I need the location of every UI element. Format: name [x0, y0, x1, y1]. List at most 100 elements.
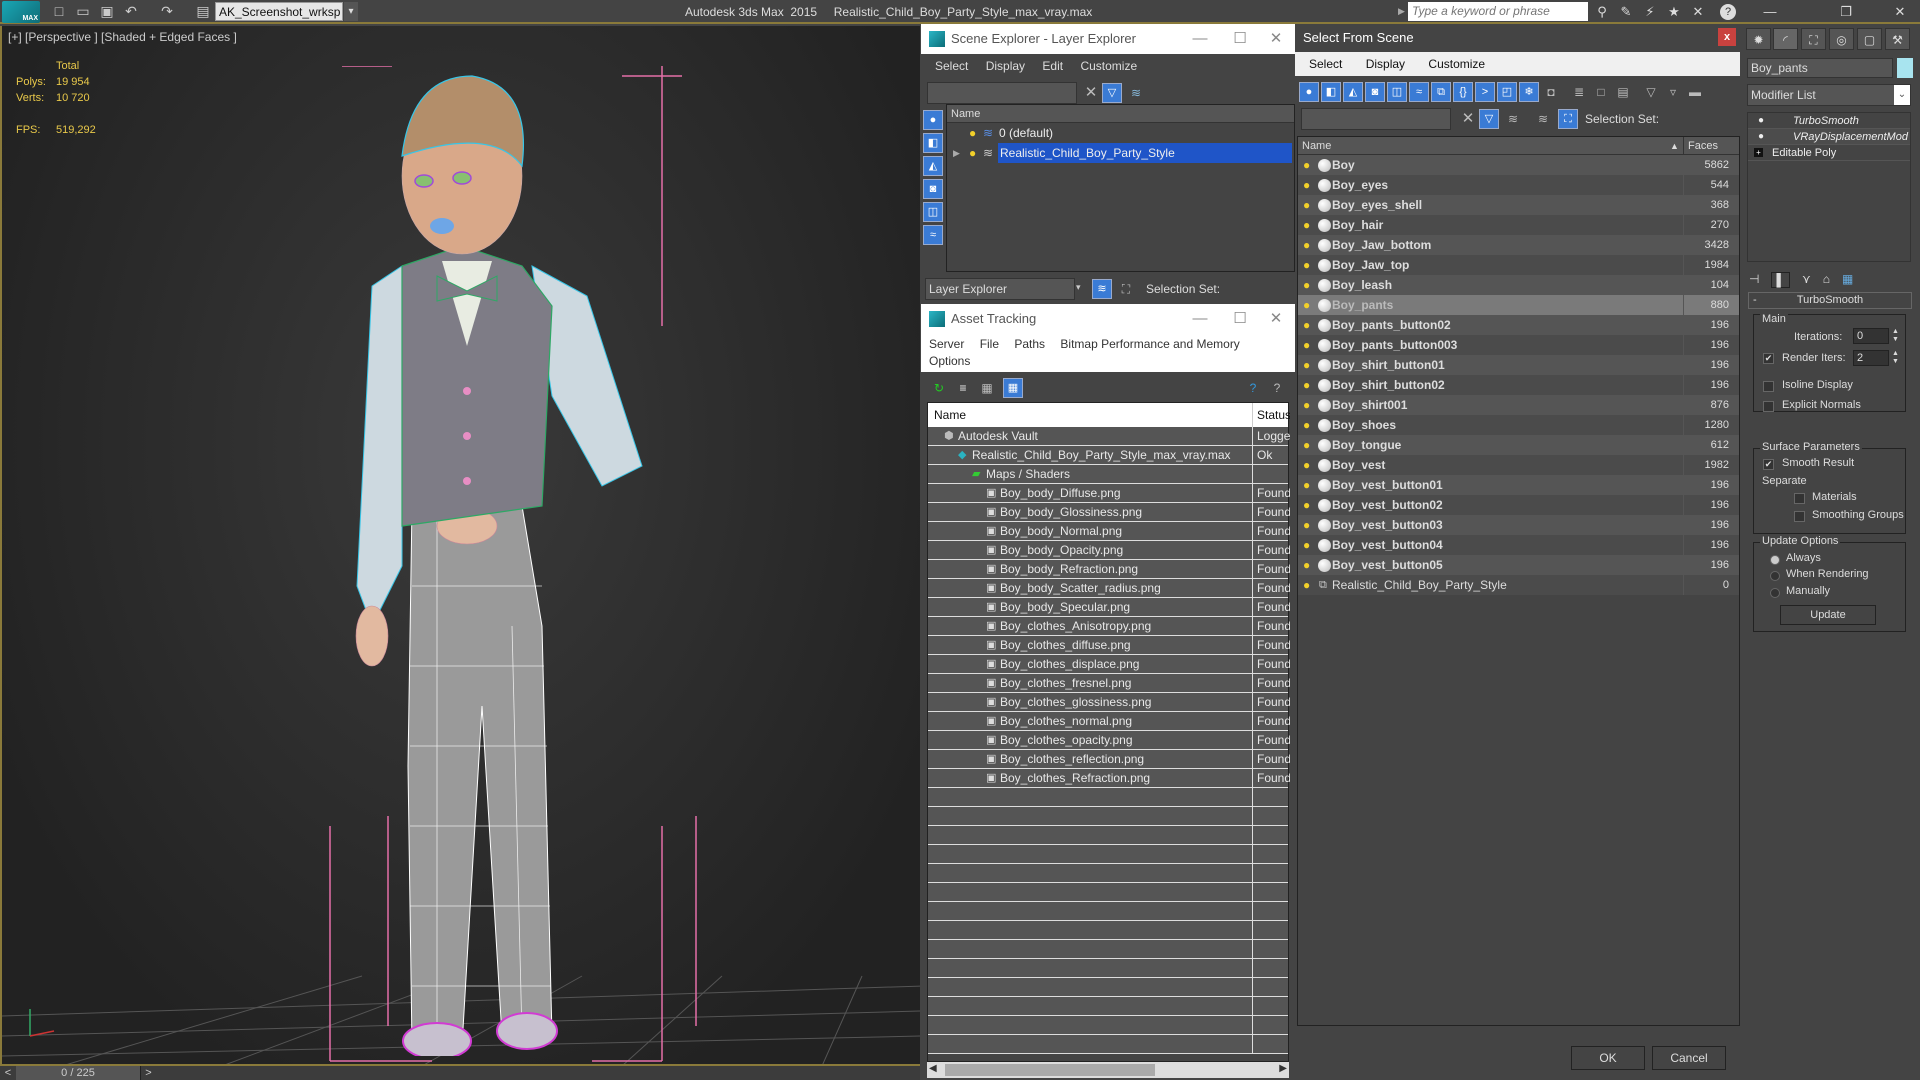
object-row[interactable]: ● Boy_vest_button04 196: [1298, 535, 1739, 555]
asset-row[interactable]: ▣ Boy_clothes_glossiness.png Found: [928, 693, 1290, 712]
explorer-type-dropdown[interactable]: Layer Explorer: [925, 278, 1075, 300]
asset-row[interactable]: ▣ Boy_clothes_fresnel.png Found: [928, 674, 1290, 693]
visibility-bulb-icon[interactable]: ●: [1303, 315, 1310, 335]
scene-explorer-titlebar[interactable]: Scene Explorer - Layer Explorer — ☐ ✕: [921, 24, 1295, 54]
iterations-input[interactable]: 0: [1853, 328, 1889, 344]
asset-row[interactable]: ▣ Boy_clothes_reflection.png Found: [928, 750, 1290, 769]
select-none-icon[interactable]: □: [1591, 82, 1611, 102]
visibility-bulb-icon[interactable]: ●: [1303, 515, 1310, 535]
asset-row[interactable]: ▣ Boy_body_Diffuse.png Found: [928, 484, 1290, 503]
visibility-bulb-icon[interactable]: ●: [1303, 355, 1310, 375]
bones-filter-icon[interactable]: >: [1475, 82, 1495, 102]
project-folder-icon[interactable]: ▤: [194, 3, 212, 20]
clear-filter-icon[interactable]: ✕: [1081, 83, 1101, 103]
object-row[interactable]: ● Boy_vest 1982: [1298, 455, 1739, 475]
modify-tab-icon[interactable]: ◜: [1773, 28, 1798, 50]
filter-icon[interactable]: ▽: [1102, 83, 1122, 103]
geometry-filter-icon[interactable]: ●: [923, 110, 943, 130]
object-row[interactable]: ● Boy_pants_button003 196: [1298, 335, 1739, 355]
search-input[interactable]: [1408, 2, 1588, 21]
minimize-icon[interactable]: —: [1185, 304, 1215, 334]
update-manually-radio[interactable]: [1770, 588, 1780, 598]
object-row[interactable]: ● Boy_Jaw_top 1984: [1298, 255, 1739, 275]
remove-modifier-icon[interactable]: ⌂: [1823, 272, 1830, 288]
binoculars-icon[interactable]: ⚲: [1592, 3, 1612, 21]
redo-icon[interactable]: ↷: [158, 3, 176, 20]
cancel-button[interactable]: Cancel: [1652, 1046, 1726, 1070]
helpers-filter-icon[interactable]: ◫: [1387, 82, 1407, 102]
close-button[interactable]: x: [1718, 28, 1736, 46]
exchange-icon[interactable]: ✕: [1688, 3, 1708, 21]
layer-options-icon[interactable]: ≋: [1126, 83, 1146, 103]
vault-help-icon[interactable]: ?: [1243, 378, 1263, 398]
menu-edit[interactable]: Edit: [1042, 59, 1063, 73]
layer-row-selected[interactable]: ▶ ● ≋ Realistic_Child_Boy_Party_Style: [947, 143, 1294, 163]
iterations-spinner[interactable]: ▲ ▼: [1892, 328, 1899, 344]
minimize-icon[interactable]: —: [1185, 24, 1215, 54]
object-row[interactable]: ● Boy_shoes 1280: [1298, 415, 1739, 435]
asset-row[interactable]: ▣ Boy_clothes_normal.png Found: [928, 712, 1290, 731]
layer-options-icon[interactable]: ≋: [1503, 109, 1523, 129]
column-header-faces[interactable]: Faces: [1683, 137, 1718, 155]
asset-tracking-titlebar[interactable]: Asset Tracking — ☐ ✕: [921, 304, 1295, 334]
asset-row[interactable]: ▣ Boy_clothes_diffuse.png Found: [928, 636, 1290, 655]
maximize-icon[interactable]: ☐: [1225, 24, 1255, 54]
modifier-stack-item[interactable]: ● TurboSmooth: [1748, 113, 1910, 129]
shapes-filter-icon[interactable]: ◧: [1321, 82, 1341, 102]
visibility-bulb-icon[interactable]: ●: [1303, 575, 1310, 595]
layer-row[interactable]: ● ≋ 0 (default): [947, 123, 1294, 143]
previous-frame-button[interactable]: <: [0, 1066, 16, 1080]
cameras-filter-icon[interactable]: ◙: [1365, 82, 1385, 102]
render-iters-checkbox[interactable]: ✔: [1763, 353, 1774, 364]
menu-display[interactable]: Display: [1366, 57, 1405, 71]
asset-row[interactable]: ▰ Maps / Shaders: [928, 465, 1288, 484]
menu-server[interactable]: Server: [929, 337, 964, 351]
hidden-filter-icon[interactable]: ◘: [1541, 82, 1561, 102]
perspective-viewport[interactable]: [+] [Perspective ] [Shaded + Edged Faces…: [0, 26, 920, 1066]
visibility-bulb-icon[interactable]: ●: [1303, 175, 1310, 195]
search-expand-icon[interactable]: ▶: [1398, 6, 1405, 17]
refresh-icon[interactable]: ↻: [929, 378, 949, 398]
frozen-filter-icon[interactable]: ❄: [1519, 82, 1539, 102]
render-iters-spinner[interactable]: ▲ ▼: [1892, 350, 1899, 366]
menu-file[interactable]: File: [980, 337, 999, 351]
asset-row[interactable]: ▣ Boy_body_Opacity.png Found: [928, 541, 1290, 560]
horizontal-scrollbar[interactable]: ◀ ▶: [927, 1062, 1289, 1078]
menu-customize[interactable]: Customize: [1080, 59, 1137, 73]
asset-row[interactable]: ▣ Boy_body_Specular.png Found: [928, 598, 1290, 617]
modifier-stack-item[interactable]: ● VRayDisplacementMod: [1748, 129, 1910, 145]
menu-display[interactable]: Display: [986, 59, 1025, 73]
object-row-selected[interactable]: ● Boy_pants 880: [1298, 295, 1739, 315]
close-icon[interactable]: ✕: [1261, 304, 1291, 334]
update-when-rendering-radio[interactable]: [1770, 571, 1780, 581]
undo-icon[interactable]: ↶: [122, 3, 140, 20]
column-header-name[interactable]: Name: [1302, 140, 1331, 152]
asset-row[interactable]: ▣ Boy_body_Glossiness.png Found: [928, 503, 1290, 522]
hierarchy-icon[interactable]: ⛶: [1116, 279, 1136, 299]
visibility-bulb-icon[interactable]: ●: [1303, 275, 1310, 295]
scene-explorer-filter-input[interactable]: [927, 82, 1077, 104]
visibility-bulb-icon[interactable]: ●: [1303, 375, 1310, 395]
time-slider[interactable]: < 0 / 225 >: [0, 1066, 920, 1080]
groups-filter-icon[interactable]: ⧉: [1431, 82, 1451, 102]
visibility-bulb-icon[interactable]: ●: [1303, 495, 1310, 515]
object-row[interactable]: ● Boy_vest_button02 196: [1298, 495, 1739, 515]
chevron-down-icon[interactable]: ⌄: [1894, 85, 1910, 105]
new-file-icon[interactable]: □: [50, 3, 68, 20]
visibility-bulb-icon[interactable]: ●: [1303, 555, 1310, 575]
tools-icon[interactable]: ✎: [1616, 3, 1636, 21]
visibility-bulb-icon[interactable]: ●: [1303, 335, 1310, 355]
maximize-icon[interactable]: ☐: [1225, 304, 1255, 334]
object-row[interactable]: ● Boy_pants_button02 196: [1298, 315, 1739, 335]
modifier-bulb-icon[interactable]: ●: [1758, 129, 1764, 145]
asset-row[interactable]: ◆ Realistic_Child_Boy_Party_Style_max_vra…: [928, 446, 1288, 465]
table-view-icon[interactable]: ▦: [1003, 378, 1023, 398]
containers-filter-icon[interactable]: ◰: [1497, 82, 1517, 102]
configure-sets-icon[interactable]: ▦: [1842, 272, 1853, 288]
viewport-label[interactable]: [+] [Perspective ] [Shaded + Edged Faces…: [8, 30, 237, 44]
hierarchy-tab-icon[interactable]: ⛶: [1801, 28, 1826, 50]
update-always-radio[interactable]: [1770, 555, 1780, 565]
asset-row[interactable]: ▣ Boy_clothes_Anisotropy.png Found: [928, 617, 1290, 636]
asset-row[interactable]: ▣ Boy_body_Scatter_radius.png Found: [928, 579, 1290, 598]
visibility-bulb-icon[interactable]: ●: [1303, 435, 1310, 455]
